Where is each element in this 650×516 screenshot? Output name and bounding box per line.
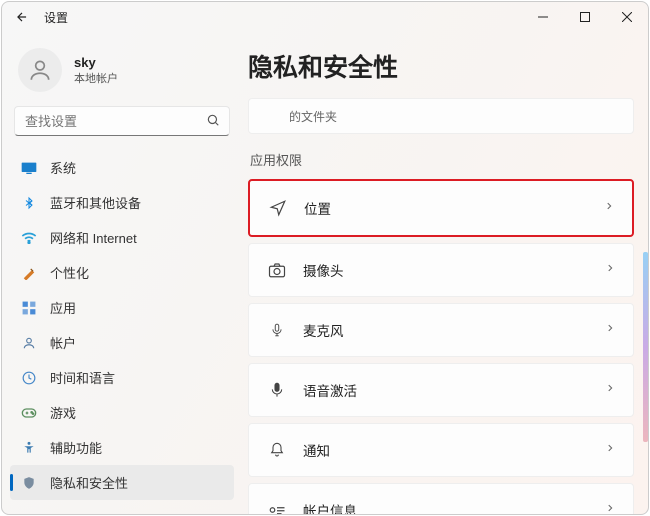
- clock-icon: [20, 371, 38, 385]
- profile-section[interactable]: sky 本地帐户: [10, 40, 234, 106]
- edge-decoration: [643, 252, 648, 442]
- apps-icon: [20, 301, 38, 315]
- avatar: [18, 48, 62, 92]
- camera-icon: [267, 262, 287, 278]
- search-icon: [206, 113, 220, 132]
- location-icon: [268, 199, 288, 217]
- sidebar-item-gaming[interactable]: 游戏: [10, 395, 234, 430]
- permission-label: 摄像头: [303, 260, 344, 280]
- bell-icon: [267, 441, 287, 459]
- permission-label: 麦克风: [303, 320, 344, 340]
- accessibility-icon: [20, 441, 38, 455]
- username-label: sky: [74, 55, 118, 70]
- sidebar-item-network[interactable]: 网络和 Internet: [10, 220, 234, 255]
- permission-label: 位置: [304, 198, 331, 218]
- permission-label: 通知: [303, 440, 330, 460]
- search-input[interactable]: [14, 106, 230, 136]
- brush-icon: [20, 266, 38, 280]
- permission-label: 帐户信息: [303, 500, 357, 514]
- partial-card[interactable]: 的文件夹: [248, 98, 634, 134]
- voice-activation-icon: [267, 381, 287, 399]
- account-info-icon: [267, 503, 287, 514]
- nav-list: 系统 蓝牙和其他设备 网络和 Internet 个性化 应用: [10, 150, 234, 502]
- chevron-right-icon: [605, 501, 615, 514]
- sidebar-item-label: 应用: [50, 298, 76, 317]
- page-title: 隐私和安全性: [248, 48, 634, 84]
- permission-voice-activation[interactable]: 语音激活: [248, 363, 634, 417]
- accounts-icon: [20, 336, 38, 350]
- chevron-right-icon: [604, 199, 614, 217]
- sidebar-item-label: 帐户: [50, 333, 76, 352]
- sidebar-item-apps[interactable]: 应用: [10, 290, 234, 325]
- window-title: 设置: [44, 9, 68, 26]
- sidebar-item-system[interactable]: 系统: [10, 150, 234, 185]
- sidebar-item-time-language[interactable]: 时间和语言: [10, 360, 234, 395]
- sidebar-item-accessibility[interactable]: 辅助功能: [10, 430, 234, 465]
- permission-account-info[interactable]: 帐户信息: [248, 483, 634, 514]
- sidebar-item-label: 时间和语言: [50, 368, 115, 387]
- sidebar-item-label: 隐私和安全性: [50, 473, 128, 492]
- sidebar-item-label: 游戏: [50, 403, 76, 422]
- permission-label: 语音激活: [303, 380, 357, 400]
- shield-icon: [20, 476, 38, 490]
- chevron-right-icon: [605, 381, 615, 399]
- minimize-icon: [538, 12, 548, 22]
- person-icon: [27, 57, 53, 83]
- sidebar-item-personalization[interactable]: 个性化: [10, 255, 234, 290]
- section-title: 应用权限: [250, 150, 634, 169]
- wifi-icon: [20, 232, 38, 244]
- close-button[interactable]: [606, 2, 648, 32]
- permission-camera[interactable]: 摄像头: [248, 243, 634, 297]
- sidebar-item-privacy[interactable]: 隐私和安全性: [10, 465, 234, 500]
- main-panel: 隐私和安全性 的文件夹 应用权限 位置 摄像头 麦克风: [242, 32, 648, 514]
- sidebar-item-label: 个性化: [50, 263, 89, 282]
- sidebar-item-windows-update[interactable]: Windows 更新: [10, 500, 234, 502]
- chevron-right-icon: [605, 261, 615, 279]
- sidebar-item-label: 蓝牙和其他设备: [50, 193, 141, 212]
- maximize-icon: [580, 12, 590, 22]
- permission-location[interactable]: 位置: [248, 179, 634, 237]
- system-icon: [20, 161, 38, 175]
- chevron-right-icon: [605, 441, 615, 459]
- close-icon: [622, 12, 632, 22]
- back-arrow-icon: [15, 10, 29, 24]
- permission-microphone[interactable]: 麦克风: [248, 303, 634, 357]
- sidebar-item-label: 辅助功能: [50, 438, 102, 457]
- permission-notifications[interactable]: 通知: [248, 423, 634, 477]
- sidebar-item-accounts[interactable]: 帐户: [10, 325, 234, 360]
- partial-card-text: 的文件夹: [289, 108, 337, 125]
- back-button[interactable]: [10, 5, 34, 29]
- account-type-label: 本地帐户: [74, 70, 118, 86]
- sidebar-item-bluetooth[interactable]: 蓝牙和其他设备: [10, 185, 234, 220]
- maximize-button[interactable]: [564, 2, 606, 32]
- sidebar-item-label: 系统: [50, 158, 76, 177]
- gaming-icon: [20, 407, 38, 419]
- chevron-right-icon: [605, 321, 615, 339]
- minimize-button[interactable]: [522, 2, 564, 32]
- titlebar: 设置: [2, 2, 648, 32]
- microphone-icon: [267, 321, 287, 339]
- sidebar-item-label: 网络和 Internet: [50, 228, 137, 247]
- sidebar: sky 本地帐户 系统 蓝牙和其他设备: [2, 32, 242, 514]
- bluetooth-icon: [20, 195, 38, 211]
